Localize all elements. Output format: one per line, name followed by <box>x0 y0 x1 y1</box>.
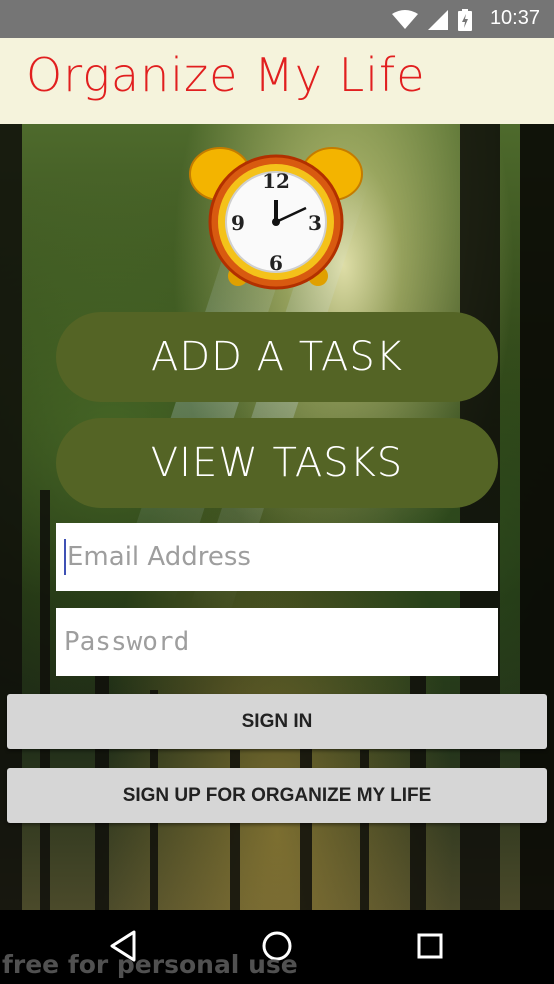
battery-icon <box>458 9 472 31</box>
main-content: 12 3 6 9 ADD A TASK VIEW TASKS Email Add… <box>0 124 554 910</box>
text-cursor <box>64 539 66 575</box>
app-title: Organize My Life <box>26 48 426 102</box>
add-task-button[interactable]: ADD A TASK <box>56 312 498 402</box>
alarm-clock-logo: 12 3 6 9 <box>188 136 364 296</box>
recents-icon[interactable] <box>412 928 448 964</box>
clock-number-6: 6 <box>269 251 283 275</box>
sign-in-button[interactable]: SIGN IN <box>7 694 547 749</box>
status-bar: 10:37 <box>0 0 554 38</box>
status-icons <box>392 9 472 31</box>
email-field[interactable]: Email Address <box>56 523 498 591</box>
clock-number-3: 3 <box>308 211 322 235</box>
view-tasks-button[interactable]: VIEW TASKS <box>56 418 498 508</box>
password-placeholder: Password <box>64 627 190 657</box>
clock-number-12: 12 <box>262 169 290 193</box>
password-field[interactable]: Password <box>56 608 498 676</box>
wifi-icon <box>392 10 418 29</box>
email-placeholder: Email Address <box>67 542 251 572</box>
sign-up-button[interactable]: SIGN UP FOR ORGANIZE MY LIFE <box>7 768 547 823</box>
signal-icon <box>428 10 448 30</box>
watermark-text: free for personal use <box>2 950 298 979</box>
clock-number-9: 9 <box>231 211 245 235</box>
app-bar: Organize My Life <box>0 38 554 124</box>
status-time: 10:37 <box>489 7 540 29</box>
